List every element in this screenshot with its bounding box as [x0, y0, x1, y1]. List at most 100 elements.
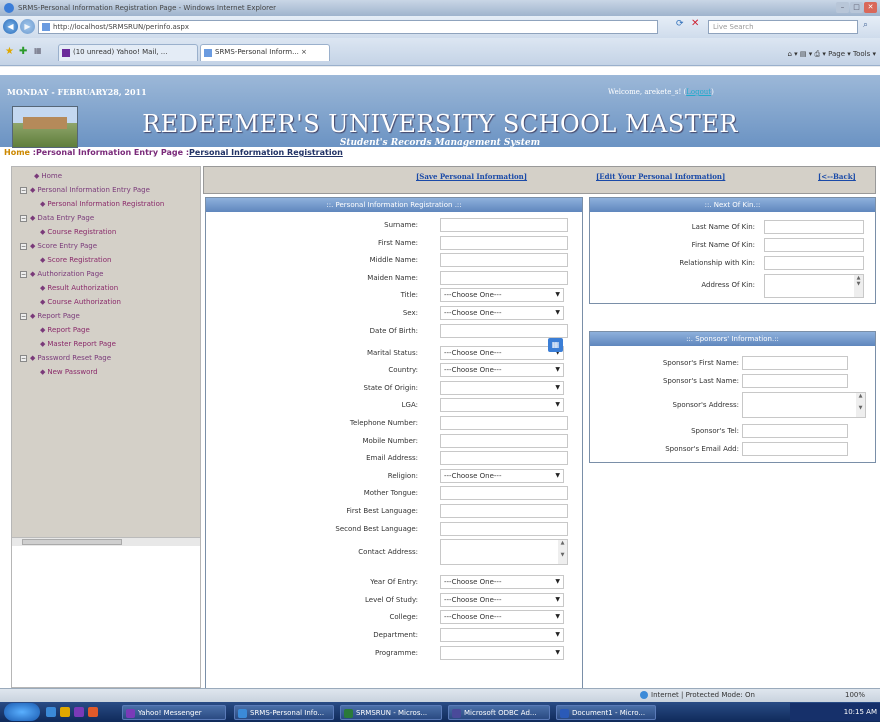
sponsor-s-first-name-input[interactable]: [742, 356, 848, 370]
chevron-down-icon[interactable]: ▼: [555, 647, 560, 659]
maximize-icon[interactable]: □: [850, 2, 863, 13]
sidebar-item-home[interactable]: ◆ Home: [12, 169, 200, 183]
edit-personal-info-link[interactable]: [Edit Your Personal Information]: [596, 172, 725, 181]
relationship-with-kin-input[interactable]: [764, 256, 864, 270]
media-quicklaunch-icon[interactable]: [88, 707, 98, 717]
first-name-input[interactable]: [440, 235, 568, 250]
lga-select[interactable]: ▼: [440, 398, 564, 413]
textarea-scrollbar[interactable]: ▲ ▼: [558, 540, 567, 565]
mobile-number-input[interactable]: [440, 433, 568, 448]
sidebar-item-score-entry[interactable]: − ◆ Score Entry Page: [12, 239, 200, 253]
sidebar-item-result-authorization[interactable]: ◆ Result Authorization: [12, 281, 200, 295]
sex-select[interactable]: ---Choose One--- ▼: [440, 306, 564, 320]
collapse-toggle-icon[interactable]: −: [20, 313, 27, 320]
save-personal-info-link[interactable]: [Save Personal Information]: [416, 172, 527, 181]
tab-srms[interactable]: SRMS-Personal Inform... ×: [200, 44, 330, 61]
taskbar-item-document1-micro[interactable]: Document1 - Micro...: [556, 705, 656, 720]
back-link[interactable]: [<--Back]: [818, 172, 856, 181]
zoom-level[interactable]: 100%: [845, 689, 865, 702]
surname-input[interactable]: [440, 218, 568, 232]
yahoo-quicklaunch-icon[interactable]: [74, 707, 84, 717]
print-icon[interactable]: ⎙ ▾: [815, 50, 829, 58]
maiden-name-input[interactable]: [440, 270, 568, 285]
home-icon[interactable]: ⌂ ▾: [788, 50, 798, 58]
chevron-down-icon[interactable]: ▼: [555, 364, 560, 376]
chevron-down-icon[interactable]: ▼: [555, 576, 560, 588]
first-name-of-kin-input[interactable]: [764, 238, 864, 252]
sidebar-item-new-password[interactable]: ◆ New Password: [12, 365, 200, 379]
sidebar-item-report-page[interactable]: ◆ Report Page: [12, 323, 200, 337]
sidebar-scrollbar[interactable]: [12, 537, 200, 546]
sidebar-item-master-report[interactable]: ◆ Master Report Page: [12, 337, 200, 351]
sidebar-item-data-entry[interactable]: − ◆ Data Entry Page: [12, 211, 200, 225]
programme-select[interactable]: ▼: [440, 645, 564, 660]
collapse-toggle-icon[interactable]: −: [20, 187, 27, 194]
sponsor-s-tel-input[interactable]: [742, 424, 848, 438]
breadcrumb-home[interactable]: Home: [4, 148, 30, 157]
sidebar-item-authorization[interactable]: − ◆ Authorization Page: [12, 267, 200, 281]
chevron-down-icon[interactable]: ▼: [555, 399, 560, 411]
sidebar-item-password-reset[interactable]: − ◆ Password Reset Page: [12, 351, 200, 365]
breadcrumb-current[interactable]: Personal Information Registration: [189, 148, 343, 157]
taskbar-item-srms-personal-info[interactable]: SRMS-Personal Info...: [234, 705, 334, 720]
sidebar-item-score-registration[interactable]: ◆ Score Registration: [12, 253, 200, 267]
scrollbar-thumb[interactable]: [22, 539, 122, 545]
breadcrumb-entry-page[interactable]: Personal Information Entry Page: [36, 148, 183, 157]
ie-quicklaunch-icon[interactable]: [46, 707, 56, 717]
chevron-down-icon[interactable]: ▼: [555, 382, 560, 394]
chevron-down-icon[interactable]: ▼: [555, 289, 560, 301]
year-of-entry-select[interactable]: ---Choose One--- ▼: [440, 575, 564, 590]
state-of-origin-select[interactable]: ▼: [440, 380, 564, 395]
feeds-icon[interactable]: ▤ ▾: [800, 50, 812, 58]
department-select[interactable]: ▼: [440, 628, 564, 642]
collapse-toggle-icon[interactable]: −: [20, 215, 27, 222]
chevron-down-icon[interactable]: ▼: [555, 470, 560, 482]
search-input[interactable]: Live Search: [708, 20, 858, 34]
add-favorites-icon[interactable]: ✚: [19, 46, 27, 57]
last-name-of-kin-input[interactable]: [764, 220, 864, 234]
tab-list-icon[interactable]: ▦: [34, 46, 42, 55]
address-of-kin-input[interactable]: ▲ ▼: [764, 274, 864, 298]
taskbar-item-yahoo-messenger[interactable]: Yahoo! Messenger: [122, 705, 226, 720]
email-address-input[interactable]: [440, 451, 568, 466]
collapse-toggle-icon[interactable]: −: [20, 271, 27, 278]
sidebar-item-course-authorization[interactable]: ◆ Course Authorization: [12, 295, 200, 309]
minimize-icon[interactable]: –: [836, 2, 849, 13]
textarea-scrollbar[interactable]: ▲ ▼: [856, 393, 865, 417]
folder-quicklaunch-icon[interactable]: [60, 707, 70, 717]
taskbar-item-srmsrun-micros[interactable]: SRMSRUN - Micros...: [340, 705, 442, 720]
textarea-scrollbar[interactable]: ▲ ▼: [854, 275, 863, 297]
sidebar-item-report[interactable]: − ◆ Report Page: [12, 309, 200, 323]
contact-address-textarea[interactable]: ▲ ▼: [440, 539, 568, 566]
religion-select[interactable]: ---Choose One--- ▼: [440, 468, 564, 483]
sponsor-s-last-name-input[interactable]: [742, 374, 848, 388]
chevron-down-icon[interactable]: ▼: [555, 611, 560, 623]
taskbar-item-microsoft-odbc-ad[interactable]: Microsoft ODBC Ad...: [448, 705, 550, 720]
chevron-down-icon[interactable]: ▼: [555, 629, 560, 641]
first-best-language-input[interactable]: [440, 504, 568, 518]
start-button[interactable]: [4, 703, 40, 721]
title-select[interactable]: ---Choose One--- ▼: [440, 288, 564, 303]
sidebar-item-personal-registration[interactable]: ◆ Personal Information Registration: [12, 197, 200, 211]
chevron-down-icon[interactable]: ▼: [555, 307, 560, 319]
sponsor-s-address-input[interactable]: ▲ ▼: [742, 392, 866, 418]
chevron-down-icon[interactable]: ▼: [555, 594, 560, 606]
forward-arrow-icon[interactable]: ▶: [20, 19, 35, 34]
back-arrow-icon[interactable]: ◀: [3, 19, 18, 34]
second-best-language-input[interactable]: [440, 521, 568, 536]
sidebar-item-personal-info[interactable]: − ◆ Personal Information Entry Page: [12, 183, 200, 197]
collapse-toggle-icon[interactable]: −: [20, 243, 27, 250]
refresh-icon[interactable]: ⟳: [676, 19, 684, 29]
calendar-icon[interactable]: ▦: [548, 338, 563, 352]
logout-link[interactable]: Logout: [686, 88, 711, 96]
telephone-number-input[interactable]: [440, 416, 568, 430]
college-select[interactable]: ---Choose One--- ▼: [440, 610, 564, 625]
middle-name-input[interactable]: [440, 253, 568, 268]
search-icon[interactable]: ⌕: [863, 20, 868, 30]
country-select[interactable]: ---Choose One--- ▼: [440, 363, 564, 378]
close-icon[interactable]: ✕: [864, 2, 877, 13]
marital-status-select[interactable]: ---Choose One--- ▼: [440, 345, 564, 360]
sidebar-item-course-registration[interactable]: ◆ Course Registration: [12, 225, 200, 239]
command-bar[interactable]: ⌂ ▾ ▤ ▾ ⎙ ▾ Page ▾ Tools ▾: [788, 50, 877, 59]
date-of-birth-input[interactable]: [440, 323, 568, 338]
